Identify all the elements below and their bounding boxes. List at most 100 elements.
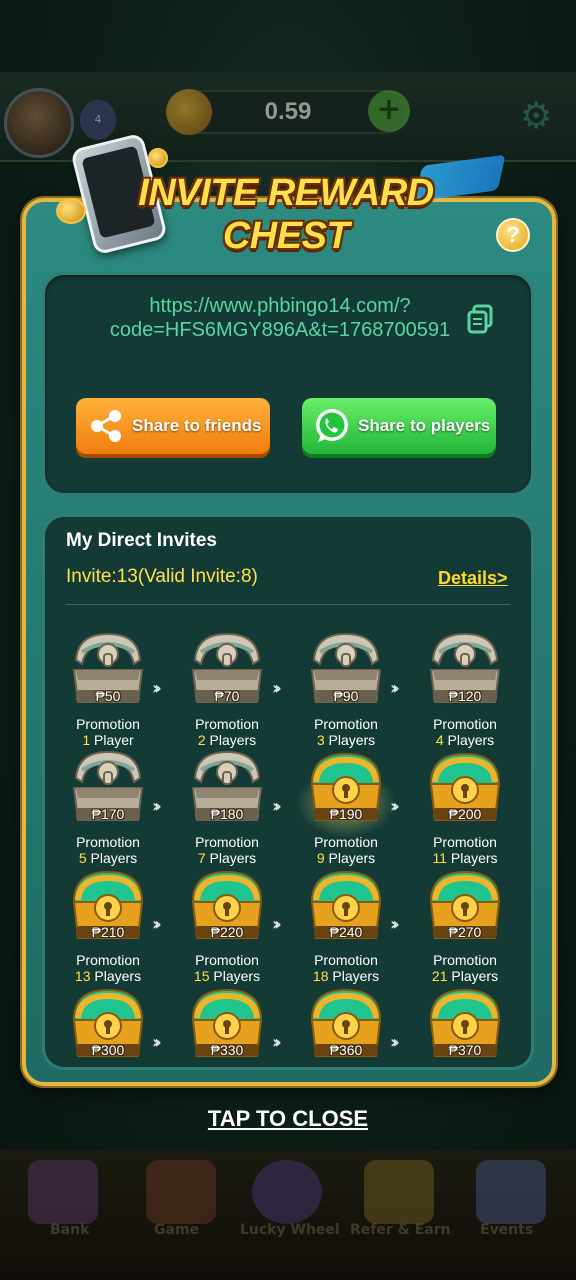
chest-amount: ₱90 <box>333 688 359 704</box>
gear-icon[interactable]: ⚙ <box>520 96 562 138</box>
nav-refer-earn-label[interactable]: Refer & Earn <box>350 1222 451 1238</box>
progress-arrow-icon: ›› <box>152 796 162 817</box>
player-count-number: 11 <box>432 850 447 866</box>
direct-invites-title: My Direct Invites <box>66 530 217 551</box>
progress-arrow-icon: ›› <box>272 1032 282 1053</box>
player-count-unit: Players <box>332 968 380 984</box>
chest-amount: ₱50 <box>95 688 121 704</box>
player-count-number: 21 <box>431 968 448 984</box>
player-count-number: 15 <box>193 968 210 984</box>
chest-caption: Promotion <box>433 716 497 732</box>
events-icon[interactable] <box>476 1160 546 1224</box>
nav-bank-label[interactable]: Bank <box>50 1222 89 1238</box>
copy-icon[interactable] <box>466 304 494 334</box>
whatsapp-icon <box>316 409 348 442</box>
invite-stats: Invite:13(Valid Invite:8) <box>66 566 258 587</box>
tap-to-close-button[interactable]: TAP TO CLOSE <box>0 1106 576 1132</box>
chest-amount: ₱70 <box>214 688 240 704</box>
progress-arrow-icon: ›› <box>390 796 400 817</box>
chest-amount: ₱330 <box>210 1042 244 1058</box>
chest-requirement: Promotion 13 Players <box>48 952 168 984</box>
refer-earn-icon[interactable] <box>364 1160 434 1224</box>
progress-arrow-icon: ›› <box>152 678 162 699</box>
chest-amount: ₱270 <box>448 924 482 940</box>
chest-caption: Promotion <box>314 952 378 968</box>
avatar[interactable] <box>4 88 74 158</box>
player-count-unit: Player <box>94 732 134 748</box>
player-count-number: 7 <box>197 850 206 866</box>
share-to-players-button[interactable]: Share to players <box>302 398 496 454</box>
progress-arrow-icon: ›› <box>272 914 282 935</box>
lucky-wheel-icon[interactable] <box>252 1160 322 1224</box>
chest-caption: Promotion <box>195 716 259 732</box>
chest-player-count: 9 Players <box>286 850 406 866</box>
chest-amount: ₱200 <box>448 806 482 822</box>
coin-decoration-icon <box>148 148 168 168</box>
player-count-unit: Players <box>209 850 257 866</box>
chest-caption: Promotion <box>76 834 140 850</box>
player-count-number: 4 <box>435 732 444 748</box>
chest-amount: ₱370 <box>448 1042 482 1058</box>
progress-arrow-icon: ›› <box>152 914 162 935</box>
chest-player-count: 5 Players <box>48 850 168 866</box>
chest-requirement: Promotion 5 Players <box>48 834 168 866</box>
reward-chest[interactable]: ₱370 <box>415 984 515 1094</box>
divider <box>66 604 510 605</box>
game-icon[interactable] <box>146 1160 216 1224</box>
progress-arrow-icon: ›› <box>390 678 400 699</box>
chest-amount: ₱240 <box>329 924 363 940</box>
player-count-unit: Players <box>94 968 142 984</box>
chest-player-count: 13 Players <box>48 968 168 984</box>
details-link[interactable]: Details> <box>438 568 508 589</box>
help-button[interactable]: ? <box>496 218 530 252</box>
chest-requirement: Promotion 9 Players <box>286 834 406 866</box>
chest-amount: ₱360 <box>329 1042 363 1058</box>
bank-icon[interactable] <box>28 1160 98 1224</box>
share-to-friends-button[interactable]: Share to friends <box>76 398 270 454</box>
add-funds-button[interactable]: + <box>368 90 410 132</box>
player-count-number: 3 <box>316 732 325 748</box>
coin-decoration-icon <box>56 198 86 224</box>
vip-badge: 4 <box>80 100 116 140</box>
player-count-number: 5 <box>78 850 87 866</box>
nav-events-label[interactable]: Events <box>480 1222 533 1238</box>
chest-caption: Promotion <box>195 952 259 968</box>
invite-link[interactable]: https://www.phbingo14.com/?code=HFS6MGY8… <box>90 294 470 342</box>
nav-lucky-wheel-label[interactable]: Lucky Wheel <box>240 1222 340 1238</box>
chest-player-count: 3 Players <box>286 732 406 748</box>
chest-amount: ₱120 <box>448 688 482 704</box>
modal-title: INVITE REWARD CHEST <box>138 172 434 257</box>
reward-chest[interactable]: ₱330 <box>177 984 277 1094</box>
share-to-players-label: Share to players <box>358 416 491 435</box>
reward-chest[interactable]: ₱360 <box>296 984 396 1094</box>
chest-amount: ₱210 <box>91 924 125 940</box>
chest-player-count: 2 Players <box>167 732 287 748</box>
chest-caption: Promotion <box>314 834 378 850</box>
player-count-number: 1 <box>82 732 91 748</box>
chest-player-count: 21 Players <box>405 968 525 984</box>
chest-caption: Promotion <box>433 952 497 968</box>
chest-requirement: Promotion 21 Players <box>405 952 525 984</box>
player-count-unit: Players <box>447 732 495 748</box>
player-count-number: 13 <box>74 968 91 984</box>
nav-game-label[interactable]: Game <box>154 1222 199 1238</box>
player-count-unit: Players <box>209 732 257 748</box>
reward-chest[interactable]: ₱300 <box>58 984 158 1094</box>
chest-requirement: Promotion 2 Players <box>167 716 287 748</box>
chest-player-count: 4 Players <box>405 732 525 748</box>
chest-player-count: 15 Players <box>167 968 287 984</box>
chest-player-count: 7 Players <box>167 850 287 866</box>
chest-requirement: Promotion 18 Players <box>286 952 406 984</box>
coin-icon <box>166 89 212 135</box>
player-count-unit: Players <box>90 850 138 866</box>
player-count-unit: Players <box>213 968 261 984</box>
chest-requirement: Promotion 4 Players <box>405 716 525 748</box>
chest-amount: ₱300 <box>91 1042 125 1058</box>
chest-amount: ₱180 <box>210 806 244 822</box>
balance-value: 0.59 <box>264 98 312 125</box>
player-count-unit: Players <box>451 968 499 984</box>
chest-caption: Promotion <box>433 834 497 850</box>
chest-requirement: Promotion 1 Player <box>48 716 168 748</box>
chest-caption: Promotion <box>76 716 140 732</box>
chest-amount: ₱190 <box>329 806 363 822</box>
